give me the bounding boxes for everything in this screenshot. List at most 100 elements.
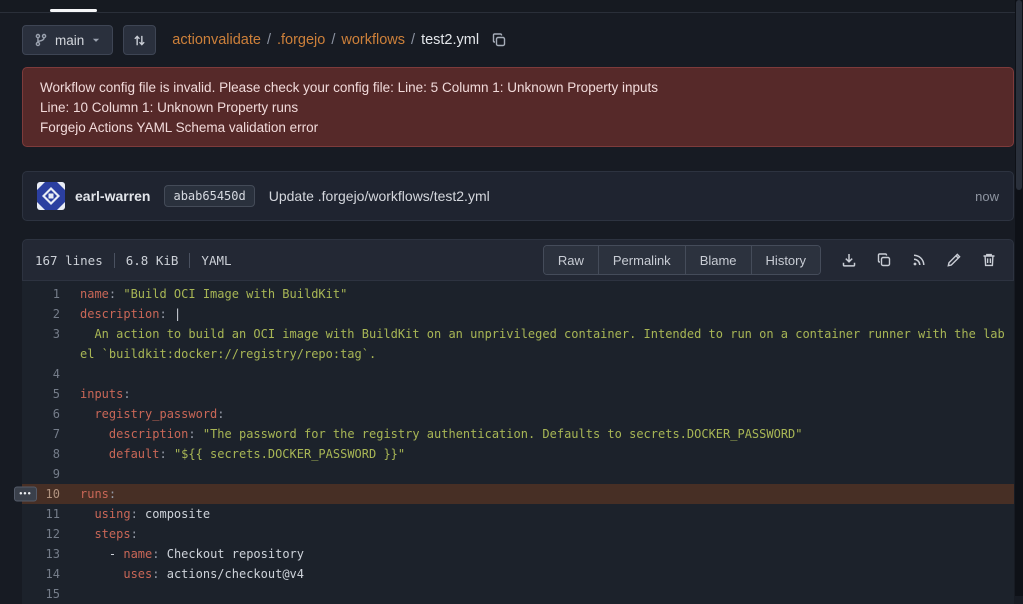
history-button[interactable]: History xyxy=(751,246,820,274)
code-token xyxy=(80,567,123,581)
code-token: composite xyxy=(145,507,210,521)
code-line-text: uses: actions/checkout@v4 xyxy=(60,564,304,584)
code-line: 8 default: "${{ secrets.DOCKER_PASSWORD … xyxy=(22,444,1014,464)
code-line: 2description: | xyxy=(22,304,1014,324)
code-line-text: default: "${{ secrets.DOCKER_PASSWORD }}… xyxy=(60,444,405,464)
edit-icon[interactable] xyxy=(946,252,962,268)
code-line: 13 - name: Checkout repository xyxy=(22,544,1014,564)
line-number[interactable]: 5 xyxy=(22,384,60,404)
code-token: name xyxy=(123,547,152,561)
code-line: 11 using: composite xyxy=(22,504,1014,524)
permalink-button[interactable]: Permalink xyxy=(598,246,685,274)
code-token: : xyxy=(131,507,145,521)
copy-icon[interactable] xyxy=(876,252,892,268)
code-token: : xyxy=(188,427,202,441)
active-tab-indicator xyxy=(50,9,97,12)
code-line: 1name: "Build OCI Image with BuildKit" xyxy=(22,284,1014,304)
code-line-text: - name: Checkout repository xyxy=(60,544,304,564)
code-line: 12 steps: xyxy=(22,524,1014,544)
code-line-text xyxy=(60,584,80,604)
main-content: main actionvalidate/.forgejo/workflows/t… xyxy=(22,25,1014,604)
code-line: 7 description: "The password for the reg… xyxy=(22,424,1014,444)
code-token: : xyxy=(109,487,116,501)
line-number[interactable]: 14 xyxy=(22,564,60,584)
code-token: description xyxy=(109,427,188,441)
code-token: default xyxy=(109,447,160,461)
code-line: 14 uses: actions/checkout@v4 xyxy=(22,564,1014,584)
code-token: : xyxy=(159,307,173,321)
avatar[interactable] xyxy=(37,182,65,210)
code-line: 3 An action to build an OCI image with B… xyxy=(22,324,1014,344)
rss-icon[interactable] xyxy=(911,252,927,268)
error-banner-line: Workflow config file is invalid. Please … xyxy=(40,78,996,98)
download-icon[interactable] xyxy=(841,252,857,268)
line-menu-expander-button[interactable]: ••• xyxy=(14,487,37,502)
commit-message[interactable]: Update .forgejo/workflows/test2.yml xyxy=(269,188,490,204)
blame-button[interactable]: Blame xyxy=(685,246,751,274)
code-token: registry_password xyxy=(94,407,217,421)
commit-sha-badge[interactable]: abab65450d xyxy=(164,185,254,207)
line-number[interactable]: 11 xyxy=(22,504,60,524)
git-compare-icon xyxy=(132,33,147,48)
file-action-icons xyxy=(841,252,997,268)
code-line: 6 registry_password: xyxy=(22,404,1014,424)
code-view: 1name: "Build OCI Image with BuildKit"2d… xyxy=(22,281,1014,604)
code-token: "The password for the registry authentic… xyxy=(203,427,803,441)
line-number[interactable]: 9 xyxy=(22,464,60,484)
code-token: el `buildkit:docker://registry/repo:tag`… xyxy=(80,347,376,361)
breadcrumb-link[interactable]: workflows xyxy=(341,32,405,48)
code-line-text: description: | xyxy=(60,304,181,324)
copy-path-icon[interactable] xyxy=(491,32,507,48)
line-number[interactable]: 3 xyxy=(22,324,60,344)
line-number[interactable]: 7 xyxy=(22,424,60,444)
code-line-text xyxy=(60,464,80,484)
code-token: : xyxy=(109,287,123,301)
code-token: actions/checkout@v4 xyxy=(167,567,304,581)
branch-select-button[interactable]: main xyxy=(22,25,113,55)
breadcrumb-link[interactable]: .forgejo xyxy=(277,32,325,48)
raw-button[interactable]: Raw xyxy=(544,246,598,274)
breadcrumb-separator: / xyxy=(411,32,415,48)
code-line-text: inputs: xyxy=(60,384,131,404)
code-line: 5inputs: xyxy=(22,384,1014,404)
top-tab-bar xyxy=(0,0,1023,13)
divider xyxy=(189,253,190,268)
line-number[interactable]: 15 xyxy=(22,584,60,604)
line-number[interactable]: 1 xyxy=(22,284,60,304)
latest-commit-panel: earl-warren abab65450d Update .forgejo/w… xyxy=(22,171,1014,221)
breadcrumb-separator: / xyxy=(267,32,271,48)
error-banner-line: Forgejo Actions YAML Schema validation e… xyxy=(40,118,996,138)
code-token xyxy=(80,407,94,421)
code-token: using xyxy=(94,507,130,521)
code-token: "${{ secrets.DOCKER_PASSWORD }}" xyxy=(174,447,405,461)
line-number[interactable]: 6 xyxy=(22,404,60,424)
line-number xyxy=(22,344,60,364)
breadcrumb-link[interactable]: actionvalidate xyxy=(172,32,261,48)
code-token: description xyxy=(80,307,159,321)
breadcrumb: actionvalidate/.forgejo/workflows/test2.… xyxy=(172,32,507,48)
code-token xyxy=(80,447,109,461)
code-line-text xyxy=(60,364,80,384)
line-number[interactable]: 2 xyxy=(22,304,60,324)
code-token xyxy=(80,427,109,441)
error-banner: Workflow config file is invalid. Please … xyxy=(22,67,1014,147)
file-language: YAML xyxy=(201,253,231,268)
compare-button[interactable] xyxy=(123,25,156,55)
line-number[interactable]: 12 xyxy=(22,524,60,544)
code-token xyxy=(80,527,94,541)
line-number[interactable]: 13 xyxy=(22,544,60,564)
page-scrollbar-thumb[interactable] xyxy=(1016,0,1022,190)
code-token: Checkout repository xyxy=(167,547,304,561)
code-line-text: runs: xyxy=(60,484,116,504)
file-actions: RawPermalinkBlameHistory xyxy=(543,245,1001,275)
code-line-text: using: composite xyxy=(60,504,210,524)
line-number[interactable]: 8 xyxy=(22,444,60,464)
branch-breadcrumb-row: main actionvalidate/.forgejo/workflows/t… xyxy=(22,25,1014,55)
code-token: name xyxy=(80,287,109,301)
line-number[interactable]: 4 xyxy=(22,364,60,384)
code-token: : xyxy=(152,567,166,581)
error-banner-line: Line: 10 Column 1: Unknown Property runs xyxy=(40,98,996,118)
commit-author[interactable]: earl-warren xyxy=(75,188,150,204)
chevron-down-icon xyxy=(91,35,101,45)
delete-icon[interactable] xyxy=(981,252,997,268)
